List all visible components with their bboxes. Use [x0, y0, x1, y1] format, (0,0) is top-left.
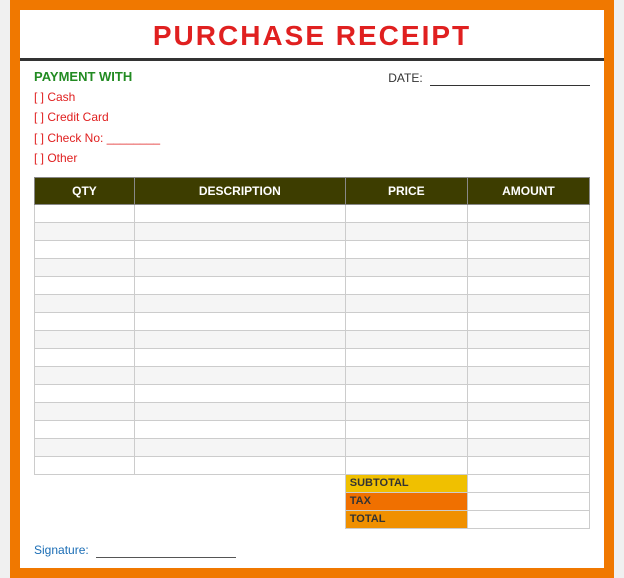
table-row [35, 348, 590, 366]
total-row: TOTAL [35, 510, 590, 528]
payment-option-credit: [ ] Credit Card [34, 107, 160, 127]
payment-left: PAYMENT WITH [ ] Cash [ ] Credit Card [ … [34, 69, 160, 169]
page-title: PURCHASE RECEIPT [153, 20, 471, 51]
table-row [35, 438, 590, 456]
table-row [35, 330, 590, 348]
table-row [35, 258, 590, 276]
inner-white: PURCHASE RECEIPT PAYMENT WITH [ ] Cash [… [20, 10, 604, 568]
table-row [35, 204, 590, 222]
receipt-table: QTY DESCRIPTION PRICE AMOUNT [34, 177, 590, 529]
col-header-price: PRICE [345, 177, 467, 204]
table-section: QTY DESCRIPTION PRICE AMOUNT [20, 177, 604, 535]
table-row [35, 276, 590, 294]
table-row [35, 312, 590, 330]
table-row [35, 222, 590, 240]
total-value [467, 510, 589, 528]
payment-with-label: PAYMENT WITH [34, 69, 160, 84]
table-row [35, 402, 590, 420]
footer-row: Signature: [20, 535, 604, 568]
signature-area: Signature: [34, 543, 236, 558]
table-row [35, 456, 590, 474]
date-line [430, 71, 590, 86]
col-header-amount: AMOUNT [467, 177, 589, 204]
signature-label: Signature: [34, 543, 89, 557]
table-row [35, 420, 590, 438]
outer-border: PURCHASE RECEIPT PAYMENT WITH [ ] Cash [… [10, 0, 614, 578]
tax-value [467, 492, 589, 510]
title-bar: PURCHASE RECEIPT [20, 10, 604, 61]
date-label: DATE: [388, 71, 422, 85]
signature-line [96, 543, 236, 558]
subtotal-value [467, 474, 589, 492]
payment-option-check: [ ] Check No: ________ [34, 128, 160, 148]
total-label: TOTAL [345, 510, 467, 528]
table-row [35, 240, 590, 258]
subtotal-row: SUBTOTAL [35, 474, 590, 492]
col-header-qty: QTY [35, 177, 135, 204]
payment-option-other: [ ] Other [34, 148, 160, 168]
tax-label: TAX [345, 492, 467, 510]
payment-section: PAYMENT WITH [ ] Cash [ ] Credit Card [ … [20, 61, 604, 177]
subtotal-label: SUBTOTAL [345, 474, 467, 492]
tax-row: TAX [35, 492, 590, 510]
date-area: DATE: [388, 69, 590, 86]
table-row [35, 384, 590, 402]
payment-option-cash: [ ] Cash [34, 87, 160, 107]
table-row [35, 366, 590, 384]
col-header-description: DESCRIPTION [134, 177, 345, 204]
table-row [35, 294, 590, 312]
